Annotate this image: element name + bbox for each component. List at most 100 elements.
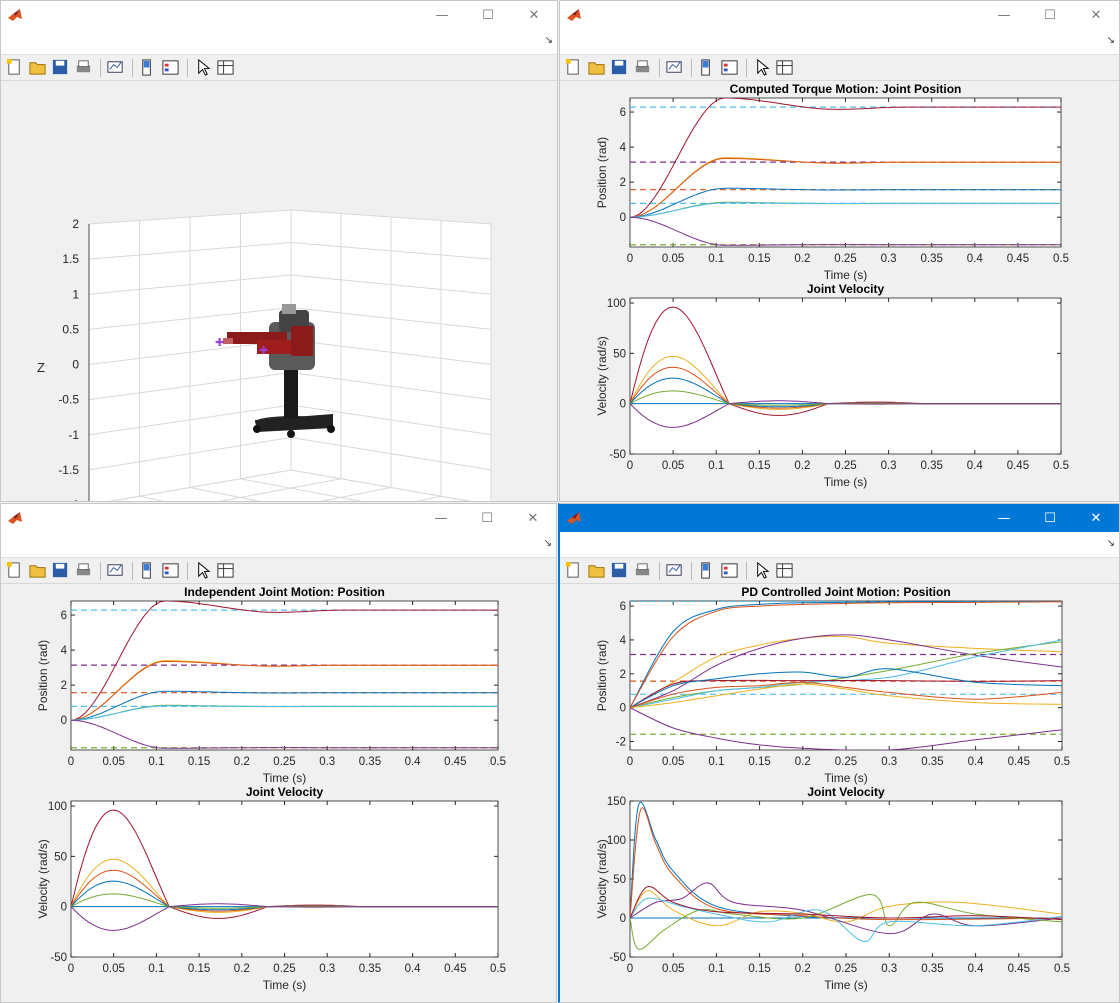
x-tick-label: 0.15 [188, 756, 210, 768]
window-controls: — ☐ ✕ [981, 504, 1119, 532]
legend-icon[interactable] [719, 58, 739, 78]
legend-icon[interactable] [160, 561, 180, 581]
menu-bar: ↘ [560, 532, 1119, 558]
robot-3d-axes[interactable]: 21.510.50-0.5-1-1.5-2-2-1012210-1-2ZYX✚✚… [1, 82, 557, 502]
x-tick-label: 0 [627, 253, 633, 265]
minimize-icon[interactable]: — [981, 504, 1027, 532]
dock-arrow-icon[interactable]: ↘ [1107, 538, 1115, 549]
close-icon[interactable]: ✕ [1073, 1, 1119, 29]
figure-toolbar [1, 558, 556, 584]
close-icon[interactable]: ✕ [1073, 504, 1119, 532]
link-plot-icon[interactable] [105, 561, 125, 581]
edit-plot-icon[interactable] [751, 58, 771, 78]
open-file-icon[interactable] [27, 561, 47, 581]
x-tick-label: 0.5 [490, 963, 506, 975]
x-tick-label: 0.2 [795, 756, 811, 768]
print-icon[interactable] [73, 561, 93, 581]
open-file-icon[interactable] [27, 58, 47, 78]
x-tick-label: 0.2 [794, 460, 810, 472]
new-figure-icon[interactable] [563, 561, 583, 581]
minimize-icon[interactable]: — [418, 504, 464, 532]
x-tick-label: 0.35 [921, 756, 943, 768]
legend-icon[interactable] [719, 561, 739, 581]
x-tick-label: 0.35 [921, 253, 943, 265]
x-tick-label: 0 [627, 756, 633, 768]
x-tick-label: 0.25 [834, 460, 856, 472]
property-inspector-icon[interactable] [774, 58, 794, 78]
link-plot-icon[interactable] [664, 561, 684, 581]
save-icon[interactable] [50, 58, 70, 78]
property-inspector-icon[interactable] [215, 58, 235, 78]
y-tick-label: 2 [620, 669, 626, 681]
chart-title: Joint Velocity [807, 785, 885, 799]
dock-arrow-icon[interactable]: ↘ [544, 538, 552, 549]
close-icon[interactable]: ✕ [511, 1, 557, 29]
y-tick-label: 4 [620, 635, 627, 647]
edit-plot-icon[interactable] [192, 561, 212, 581]
save-icon[interactable] [50, 561, 70, 581]
print-icon[interactable] [73, 58, 93, 78]
property-inspector-icon[interactable] [215, 561, 235, 581]
dock-arrow-icon[interactable]: ↘ [545, 35, 553, 46]
edit-plot-icon[interactable] [192, 58, 212, 78]
x-tick-label: 0.2 [795, 963, 811, 975]
chart-svg[interactable]: Independent Joint Motion: Position 0 0.05 0… [1, 585, 506, 790]
x-tick-label: 0.1 [148, 963, 164, 975]
chart-svg[interactable]: Joint Velocity 0 0.05 0.1 0.15 0.2 0.25 0.3 0.35… [1, 785, 506, 997]
z-axis-label: Z [37, 360, 45, 375]
chart-svg[interactable]: Computed Torque Motion: Joint Position 0 0… [560, 82, 1069, 287]
colorbar-icon[interactable] [137, 58, 157, 78]
new-figure-icon[interactable] [4, 561, 24, 581]
new-figure-icon[interactable] [563, 58, 583, 78]
dock-arrow-icon[interactable]: ↘ [1107, 35, 1115, 46]
edit-plot-icon[interactable] [751, 561, 771, 581]
y-axis-label: Velocity (rad/s) [595, 336, 609, 415]
x-tick-label: 0.15 [748, 756, 770, 768]
new-figure-icon[interactable] [4, 58, 24, 78]
chart-svg[interactable]: Joint Velocity 0 0.05 0.1 0.15 0.2 0.25 0.3 0.35… [560, 785, 1070, 997]
open-file-icon[interactable] [586, 58, 606, 78]
print-icon[interactable] [632, 58, 652, 78]
y-tick-label: 2 [620, 177, 626, 189]
print-icon[interactable] [632, 561, 652, 581]
property-inspector-icon[interactable] [774, 561, 794, 581]
figure-toolbar [560, 558, 1119, 584]
menu-bar: ↘ [1, 29, 557, 55]
close-icon[interactable]: ✕ [510, 504, 556, 532]
x-tick-label: 0 [68, 756, 74, 768]
link-plot-icon[interactable] [105, 58, 125, 78]
figure-canvas: PD Controlled Joint Motion: Position 0 0.0… [560, 585, 1119, 1002]
x-tick-label: 0.4 [967, 460, 984, 472]
y-tick-label: 6 [620, 107, 626, 119]
x-axis-label: Time (s) [824, 771, 868, 785]
colorbar-icon[interactable] [696, 58, 716, 78]
x-tick-label: 0.05 [662, 756, 684, 768]
maximize-icon[interactable]: ☐ [465, 1, 511, 29]
colorbar-icon[interactable] [137, 561, 157, 581]
x-tick-label: 0.05 [662, 963, 684, 975]
colorbar-icon[interactable] [696, 561, 716, 581]
x-tick-label: 0.35 [921, 963, 943, 975]
link-plot-icon[interactable] [664, 58, 684, 78]
save-icon[interactable] [609, 58, 629, 78]
figure-canvas: Computed Torque Motion: Joint Position 0 0… [560, 82, 1119, 501]
minimize-icon[interactable]: — [419, 1, 465, 29]
maximize-icon[interactable]: ☐ [464, 504, 510, 532]
x-tick-label: 0.35 [359, 963, 381, 975]
maximize-icon[interactable]: ☐ [1027, 504, 1073, 532]
chart-svg[interactable]: PD Controlled Joint Motion: Position 0 0.0… [560, 585, 1070, 790]
plot-area [70, 800, 499, 958]
maximize-icon[interactable]: ☐ [1027, 1, 1073, 29]
chart-svg[interactable]: Joint Velocity 0 0.05 0.1 0.15 0.2 0.25 0.3 0.35… [560, 282, 1069, 494]
legend-icon[interactable] [160, 58, 180, 78]
x-tick-label: 0.5 [490, 756, 506, 768]
open-file-icon[interactable] [586, 561, 606, 581]
y-tick-label: -50 [609, 449, 626, 461]
minimize-icon[interactable]: — [981, 1, 1027, 29]
x-tick-label: 0.1 [708, 963, 724, 975]
y-tick-label: 100 [607, 298, 626, 310]
figure-toolbar [1, 55, 557, 81]
x-tick-label: 0.5 [1054, 963, 1070, 975]
save-icon[interactable] [609, 561, 629, 581]
chart-title: Joint Velocity [807, 282, 885, 296]
